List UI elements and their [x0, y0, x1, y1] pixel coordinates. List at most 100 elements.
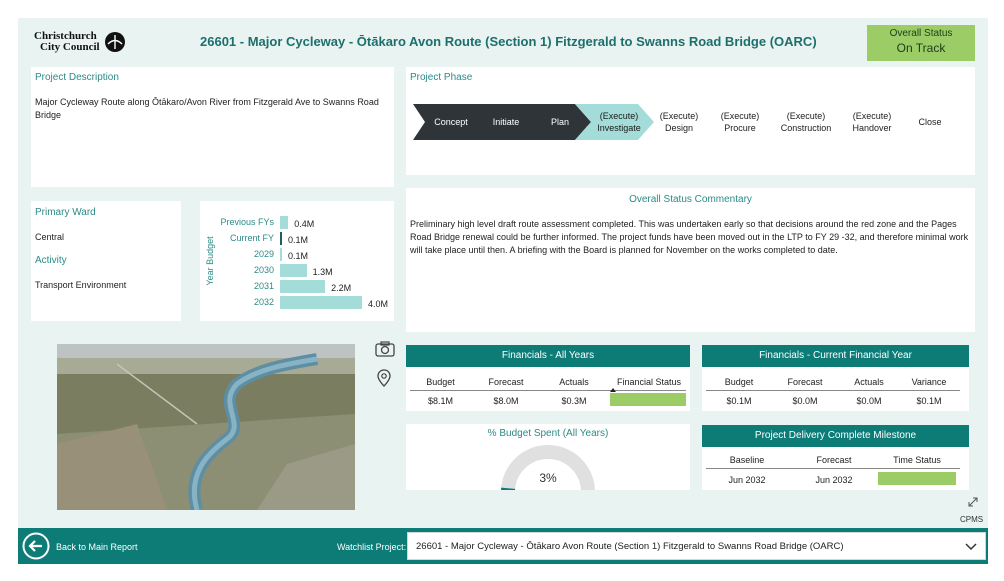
- logo: Christchurch City Council: [34, 31, 129, 55]
- watchlist-project-select[interactable]: 26601 - Major Cycleway - Ōtākaro Avon Ro…: [407, 532, 986, 560]
- fin-all-forecast-value: $8.0M: [493, 396, 519, 406]
- primary-ward-title: Primary Ward: [35, 207, 96, 218]
- status-commentary-text: Preliminary high level draft route asses…: [410, 219, 969, 255]
- fin-all-actuals-value: $0.3M: [561, 396, 587, 406]
- fin-all-divider: [410, 390, 686, 391]
- phase-step-label: Concept: [434, 117, 468, 127]
- fin-cur-header-budget: Budget: [724, 377, 754, 387]
- status-commentary-title: Overall Status Commentary: [629, 194, 752, 205]
- fin-cur-divider: [706, 390, 960, 391]
- project-description-title: Project Description: [35, 72, 119, 83]
- budget-bar-value-label: 0.1M: [288, 251, 309, 261]
- phase-step-design: (Execute) Design: [650, 104, 708, 140]
- cpms-label: CPMS: [960, 515, 984, 524]
- milestone-header-baseline: Baseline: [729, 455, 765, 465]
- watchlist-project-value: 26601 - Major Cycleway - Ōtākaro Avon Ro…: [416, 541, 844, 552]
- budget-category-label: 2029: [253, 249, 274, 259]
- fin-cur-header-actuals: Actuals: [854, 377, 884, 387]
- camera-icon[interactable]: [375, 341, 395, 357]
- phase-step-label: Initiate: [492, 117, 520, 127]
- primary-ward-value: Central: [35, 232, 65, 242]
- chevron-down-icon: [965, 543, 977, 551]
- phase-step-construction: (Execute) Construction: [772, 104, 840, 140]
- phase-step-sublabel: Design: [664, 123, 693, 133]
- phase-step-label: (Execute): [659, 111, 699, 121]
- fin-all-header-forecast: Forecast: [488, 377, 524, 387]
- phase-step-label: (Execute): [720, 111, 760, 121]
- milestone-baseline-value: Jun 2032: [728, 475, 766, 485]
- budget-bar[interactable]: [280, 296, 362, 309]
- fin-cur-header-forecast: Forecast: [787, 377, 823, 387]
- fin-all-header-actuals: Actuals: [559, 377, 589, 387]
- budget-bar[interactable]: [280, 216, 289, 229]
- financials-all-years-title: Financials - All Years: [406, 345, 690, 367]
- fin-cur-actuals-value: $0.0M: [856, 396, 882, 406]
- phase-step-concept: Concept: [427, 104, 475, 140]
- back-arrow-icon: [22, 532, 50, 560]
- budget-category-label: 2032: [253, 297, 274, 307]
- phase-step-label: (Execute): [852, 111, 892, 121]
- watchlist-label: Watchlist Project:: [337, 542, 407, 552]
- ward-panel: Primary Ward Central Activity Transport …: [31, 201, 181, 321]
- budget-bar-value-label: 1.3M: [312, 267, 333, 277]
- phase-step-label: (Execute): [786, 111, 826, 121]
- activity-title: Activity: [35, 255, 67, 266]
- back-to-main-button[interactable]: Back to Main Report: [22, 531, 182, 561]
- overall-status-value: On Track: [896, 41, 946, 55]
- aerial-river-image: [57, 344, 355, 510]
- phase-step-close: Close: [905, 104, 955, 140]
- phase-step-plan: Plan: [538, 104, 582, 140]
- project-description-text: Major Cycleway Route along Ōtākaro/Avon …: [35, 97, 379, 120]
- logo-emblem-icon: [105, 32, 125, 52]
- budget-bar-value-label: 2.2M: [331, 283, 352, 293]
- budget-bar-value-label: 0.4M: [294, 219, 315, 229]
- milestone-header-time-status: Time Status: [893, 455, 941, 465]
- milestone-forecast-value: Jun 2032: [815, 475, 853, 485]
- fin-cur-variance-value: $0.1M: [916, 396, 942, 406]
- budget-category-label: Previous FYs: [220, 217, 274, 227]
- expand-icon[interactable]: [967, 496, 979, 508]
- financials-all-years-panel: Financials - All Years Budget Forecast A…: [406, 345, 690, 411]
- phase-step-handover: (Execute) Handover: [842, 104, 902, 140]
- milestone-divider: [706, 468, 960, 469]
- budget-spent-panel: % Budget Spent (All Years) 3%: [406, 424, 690, 490]
- budget-spent-title: % Budget Spent (All Years): [487, 428, 609, 439]
- project-photo: [57, 344, 355, 510]
- phase-step-investigate: (Execute) Investigate: [588, 104, 650, 140]
- milestone-time-status-bar: [878, 472, 956, 485]
- page-title: 26601 - Major Cycleway - Ōtākaro Avon Ro…: [200, 34, 817, 49]
- phase-step-procure: (Execute) Procure: [711, 104, 769, 140]
- phase-step-sublabel: Investigate: [597, 123, 641, 133]
- overall-status-label: Overall Status: [889, 28, 953, 39]
- budget-bar[interactable]: [280, 248, 283, 261]
- fin-all-header-status: Financial Status: [616, 377, 682, 387]
- budget-category-label: Current FY: [229, 233, 274, 243]
- milestone-title: Project Delivery Complete Milestone: [702, 425, 969, 447]
- fin-cur-forecast-value: $0.0M: [792, 396, 818, 406]
- fin-all-status-bar: [610, 393, 686, 406]
- back-to-main-label: Back to Main Report: [56, 542, 138, 552]
- financials-current-fy-panel: Financials - Current Financial Year Budg…: [702, 345, 969, 411]
- location-pin-icon[interactable]: [377, 369, 391, 387]
- financials-current-fy-title: Financials - Current Financial Year: [702, 345, 969, 367]
- phase-step-label: (Execute): [599, 111, 639, 121]
- overall-status-badge: Overall Status On Track: [867, 25, 975, 61]
- project-description-panel: Project Description Major Cycleway Route…: [31, 67, 394, 187]
- activity-value: Transport Environment: [35, 280, 127, 290]
- budget-spent-value: 3%: [539, 471, 557, 485]
- phase-step-label: Plan: [550, 117, 569, 127]
- fin-all-status-marker: [610, 388, 616, 392]
- budget-bar[interactable]: [280, 280, 326, 293]
- year-budget-chart: Previous FYs 0.4M Current FY 0.1M 2029 0.1M 20…: [200, 214, 394, 314]
- budget-category-label: 2031: [253, 281, 274, 291]
- budget-bar-value-label: 0.1M: [288, 235, 309, 245]
- budget-bar[interactable]: [280, 264, 307, 277]
- fin-all-budget-value: $8.1M: [427, 396, 453, 406]
- milestone-panel: Project Delivery Complete Milestone Base…: [702, 425, 969, 490]
- budget-bar[interactable]: [280, 232, 283, 245]
- budget-bar-value-label: 4.0M: [368, 299, 389, 309]
- status-commentary-panel: Overall Status Commentary Preliminary hi…: [406, 188, 975, 332]
- fin-all-header-budget: Budget: [426, 377, 455, 387]
- phase-step-label: Close: [918, 117, 942, 127]
- phase-step-sublabel: Procure: [724, 123, 756, 133]
